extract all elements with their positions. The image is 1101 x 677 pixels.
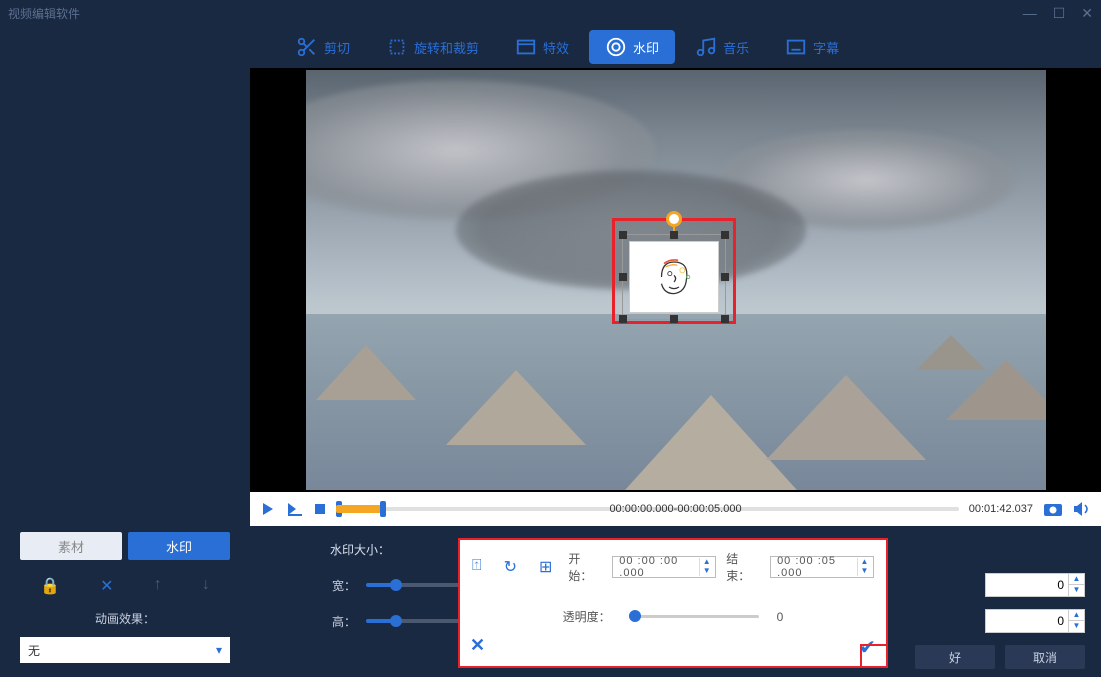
playback-bar: 00:00:00.000-00:00:05.000 00:01:42.037 [250, 492, 1101, 526]
main-toolbar: 剪切 旋转和裁剪 特效 水印 音乐 字幕 [250, 26, 1101, 68]
play-range-icon [286, 501, 304, 517]
spin-down-icon[interactable]: ▼ [1069, 621, 1084, 632]
delete-icon[interactable]: ✕ [100, 576, 113, 596]
tool-music[interactable]: 音乐 [679, 30, 765, 64]
volume-icon [1073, 501, 1091, 517]
spin-up-icon[interactable]: ▲ [1069, 610, 1084, 621]
range-selection[interactable] [336, 505, 386, 513]
resize-handle-e[interactable] [721, 273, 729, 281]
opacity-slider[interactable] [629, 615, 759, 618]
stop-button[interactable] [314, 503, 326, 515]
tool-effects[interactable]: 特效 [499, 30, 585, 64]
watermark-icon [605, 36, 627, 58]
anim-effect-value: 无 [28, 642, 40, 659]
resize-handle-ne[interactable] [721, 231, 729, 239]
crop-icon [386, 36, 408, 58]
resize-handle-sw[interactable] [619, 315, 627, 323]
lock-icon[interactable]: 🔒 [40, 576, 60, 596]
music-icon [695, 36, 717, 58]
maximize-button[interactable]: ☐ [1053, 5, 1066, 22]
resize-handle-s[interactable] [670, 315, 678, 323]
face-doodle-icon [649, 252, 699, 302]
range-end-marker[interactable] [380, 501, 386, 517]
time-range-popup: ⍐ ↻ ⊞ 开始： 00 :00 :00 .000 ▲▼ 结束： 00 :00 … [458, 538, 888, 668]
resize-handle-nw[interactable] [619, 231, 627, 239]
titlebar: 视频编辑软件 ― ☐ ✕ [0, 0, 1101, 26]
height-label: 高： [306, 613, 356, 630]
spin-down-icon[interactable]: ▼ [700, 567, 713, 576]
stop-icon [314, 503, 326, 515]
left-panel: 素材 水印 🔒 ✕ ↑ ↓ 动画效果： 无 ▾ [0, 26, 250, 677]
play-icon [260, 501, 276, 517]
time-range-label: 00:00:00.000-00:00:05.000 [609, 503, 741, 515]
tool-watermark[interactable]: 水印 [589, 30, 675, 64]
refresh-icon[interactable]: ↻ [504, 557, 517, 577]
effects-icon [515, 36, 537, 58]
close-button[interactable]: ✕ [1081, 5, 1093, 22]
scissors-icon [296, 36, 318, 58]
tool-subtitle[interactable]: 字幕 [769, 30, 855, 64]
end-time-value: 00 :00 :05 .000 [777, 555, 855, 579]
spin-down-icon[interactable]: ▼ [858, 567, 871, 576]
snapshot-button[interactable] [1043, 501, 1063, 517]
opacity-label: 透明度： [563, 608, 611, 625]
height-spinner[interactable]: ▲▼ [985, 609, 1085, 633]
minimize-button[interactable]: ― [1023, 5, 1037, 22]
end-time-input[interactable]: 00 :00 :05 .000 ▲▼ [770, 556, 874, 578]
resize-handle-w[interactable] [619, 273, 627, 281]
tool-cut[interactable]: 剪切 [280, 30, 366, 64]
ok-button[interactable]: 好 [915, 645, 995, 669]
arrow-down-icon: ↓ [202, 576, 210, 596]
app-title: 视频编辑软件 [8, 5, 80, 22]
tool-rotate-crop[interactable]: 旋转和裁剪 [370, 30, 495, 64]
watermark-size-label: 水印大小： [330, 541, 390, 558]
arrow-up-icon: ↑ [154, 576, 162, 596]
resize-handle-n[interactable] [670, 231, 678, 239]
subtitle-icon [785, 36, 807, 58]
height-input[interactable] [986, 614, 1068, 628]
spin-down-icon[interactable]: ▼ [1069, 585, 1084, 596]
cancel-button[interactable]: 取消 [1005, 645, 1085, 669]
total-duration-label: 00:01:42.037 [969, 503, 1033, 515]
spin-up-icon[interactable]: ▲ [1069, 574, 1084, 585]
anim-effect-label: 动画效果： [0, 610, 250, 627]
popup-cancel-icon[interactable]: ✕ [470, 635, 485, 660]
width-label: 宽： [306, 577, 356, 594]
start-label: 开始： [568, 550, 602, 584]
width-input[interactable] [986, 578, 1068, 592]
tab-watermark[interactable]: 水印 [128, 532, 230, 560]
tab-material[interactable]: 素材 [20, 532, 122, 560]
play-range-button[interactable] [286, 501, 304, 517]
end-label: 结束： [726, 550, 760, 584]
width-spinner[interactable]: ▲▼ [985, 573, 1085, 597]
start-time-input[interactable]: 00 :00 :00 .000 ▲▼ [612, 556, 716, 578]
volume-button[interactable] [1073, 501, 1091, 517]
confirm-highlight [860, 644, 888, 668]
grid-icon[interactable]: ⊞ [539, 557, 552, 577]
anim-effect-dropdown[interactable]: 无 ▾ [20, 637, 230, 663]
preview-area [250, 68, 1101, 492]
camera-icon [1043, 501, 1063, 517]
watermark-object[interactable] [622, 234, 726, 320]
video-preview[interactable] [306, 70, 1046, 490]
marker-tool-icon[interactable]: ⍐ [472, 557, 482, 577]
chevron-down-icon: ▾ [216, 643, 222, 657]
opacity-value: 0 [777, 610, 784, 624]
rotate-handle[interactable] [666, 211, 682, 227]
play-button[interactable] [260, 501, 276, 517]
resize-handle-se[interactable] [721, 315, 729, 323]
watermark-image [629, 241, 719, 313]
start-time-value: 00 :00 :00 .000 [619, 555, 697, 579]
